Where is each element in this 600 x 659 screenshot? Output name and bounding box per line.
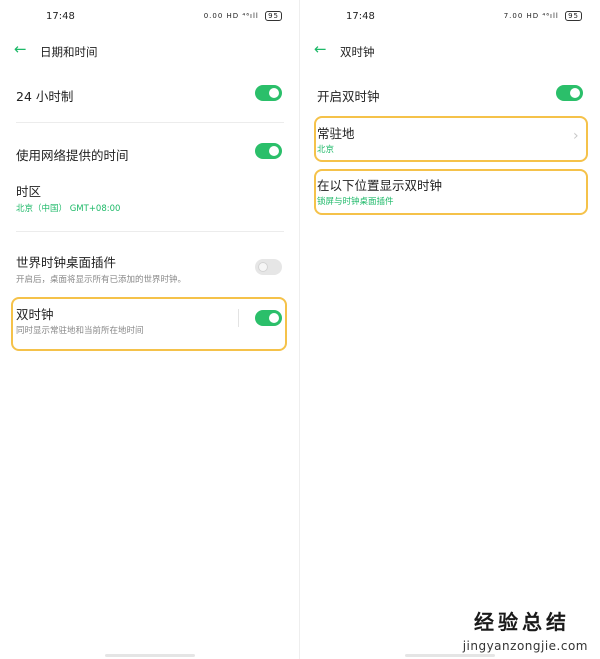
page-title: 双时钟 xyxy=(340,45,375,59)
status-bar: 17:48 7.00 HD ⁴⁶ıll 95 xyxy=(300,10,600,24)
home-indicator[interactable] xyxy=(405,654,495,657)
divider xyxy=(16,231,284,232)
signal-indicators: 0.00 HD ⁴⁶ıll xyxy=(203,12,259,20)
row-world-clock-widget-desc: 开启后，桌面将显示所有已添加的世界时钟。 xyxy=(16,275,187,285)
date-time-screen: 17:48 0.00 HD ⁴⁶ıll 95 ← 日期和时间 24 小时制 使用… xyxy=(0,0,300,659)
toggle-enable-dual-clock[interactable] xyxy=(556,85,583,101)
divider xyxy=(16,122,284,123)
row-network-time-title: 使用网络提供的时间 xyxy=(16,148,129,163)
row-dual-clock-title[interactable]: 双时钟 xyxy=(16,304,54,323)
page-header: ← 日期和时间 xyxy=(0,40,300,62)
toggle-world-clock-widget[interactable] xyxy=(255,259,282,275)
row-timezone-title[interactable]: 时区 xyxy=(16,181,41,200)
home-location-highlight xyxy=(314,116,588,162)
status-icons: 7.00 HD ⁴⁶ıll 95 xyxy=(504,11,582,21)
back-arrow-icon[interactable]: ← xyxy=(314,42,330,57)
status-time: 17:48 xyxy=(346,11,375,22)
status-icons: 0.00 HD ⁴⁶ıll 95 xyxy=(204,11,282,21)
row-world-clock-widget-title: 世界时钟桌面插件 xyxy=(16,255,117,270)
watermark-url: jingyanzongjie.com xyxy=(462,639,588,653)
row-home-location-title[interactable]: 常驻地 xyxy=(317,123,355,142)
status-time: 17:48 xyxy=(46,11,75,22)
row-24-hour-title: 24 小时制 xyxy=(16,89,74,104)
back-arrow-icon[interactable]: ← xyxy=(14,42,30,57)
row-home-location-value: 北京 xyxy=(317,145,335,155)
row-dual-clock-desc: 同时显示常驻地和当前所在地时间 xyxy=(16,326,144,336)
battery-icon: 95 xyxy=(265,11,282,21)
toggle-24-hour[interactable] xyxy=(255,85,282,101)
page-header: ← 双时钟 xyxy=(300,40,600,62)
watermark-title: 经验总结 xyxy=(474,610,570,634)
chevron-right-icon[interactable]: › xyxy=(573,128,579,144)
status-bar: 17:48 0.00 HD ⁴⁶ıll 95 xyxy=(0,10,300,24)
page-title: 日期和时间 xyxy=(40,45,98,59)
toggle-dual-clock[interactable] xyxy=(255,310,282,326)
dual-clock-screen: 17:48 7.00 HD ⁴⁶ıll 95 ← 双时钟 开启双时钟 常驻地 北… xyxy=(300,0,600,659)
home-indicator[interactable] xyxy=(105,654,195,657)
toggle-network-time[interactable] xyxy=(255,143,282,159)
row-display-position-value: 锁屏与时钟桌面插件 xyxy=(317,197,394,207)
signal-indicators: 7.00 HD ⁴⁶ıll xyxy=(503,12,559,20)
row-timezone-value: 北京（中国） GMT+08:00 xyxy=(16,204,121,214)
row-display-position-title[interactable]: 在以下位置显示双时钟 xyxy=(317,175,442,194)
row-separator xyxy=(238,309,239,327)
row-enable-dual-clock-title: 开启双时钟 xyxy=(317,89,380,104)
battery-icon: 95 xyxy=(565,11,582,21)
